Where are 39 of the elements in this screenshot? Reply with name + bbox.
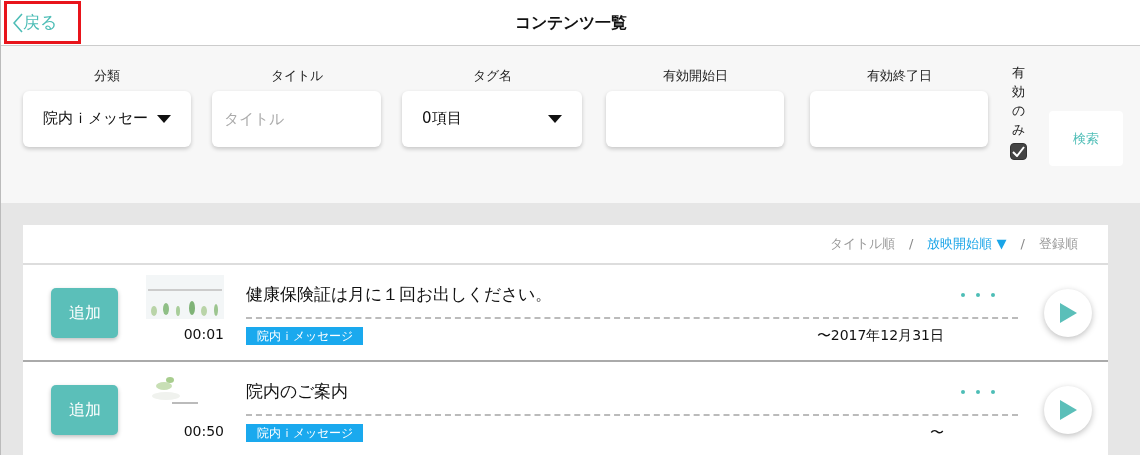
play-button[interactable] (1044, 288, 1092, 337)
input-field[interactable]: タイトル (212, 90, 381, 147)
date-field[interactable] (810, 90, 988, 147)
more-icon[interactable] (960, 388, 996, 395)
separator: / (1020, 235, 1025, 254)
content-title: 健康保険証は月に１回お出しください。 (246, 282, 552, 306)
duration-text: 00:01 (183, 324, 224, 344)
caret-down-icon (157, 114, 171, 123)
search-button[interactable]: 検索 (1049, 111, 1123, 166)
separator: / (909, 235, 914, 254)
add-button[interactable]: 追加 (51, 384, 118, 435)
play-button[interactable] (1044, 385, 1092, 434)
checkbox-label: 有効のみ (1012, 64, 1025, 139)
date-field[interactable] (606, 90, 784, 147)
dropdown[interactable]: 0項目 (402, 90, 582, 147)
caret-down-icon (548, 114, 562, 123)
play-icon (1059, 399, 1077, 420)
play-icon (1059, 302, 1077, 323)
duration-text: 00:50 (183, 421, 224, 441)
period-text: 〜2017年12月31日 (816, 326, 944, 345)
page-title: コンテンツ一覧 (514, 11, 627, 34)
filter-label: 有効開始日 (662, 67, 728, 85)
filter-label: 有効終了日 (866, 67, 932, 85)
checkbox[interactable] (1010, 143, 1027, 161)
chevron-left-icon (13, 12, 23, 33)
add-button[interactable]: 追加 (51, 287, 118, 338)
more-icon[interactable] (960, 291, 996, 298)
period-text: 〜 (930, 423, 944, 442)
sort-option[interactable]: タイトル順 (830, 234, 896, 254)
back-button[interactable]: 戻る (4, 1, 81, 44)
filter-label: 分類 (94, 67, 120, 85)
filter-label: タイトル (270, 67, 323, 85)
sort-option[interactable]: 放映開始順 ▼ (927, 234, 1007, 254)
sort-option[interactable]: 登録順 (1039, 234, 1078, 254)
content-title: 院内のご案内 (246, 379, 348, 403)
filter-label: タグ名 (472, 67, 512, 85)
tag: 院内ｉメッセージ (246, 423, 363, 442)
dropdown[interactable]: 院内ｉメッセー (23, 90, 191, 147)
tag: 院内ｉメッセージ (246, 326, 363, 345)
